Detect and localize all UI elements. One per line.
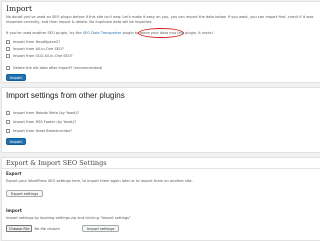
checkbox[interactable] (6, 119, 10, 124)
export-heading: Export (6, 171, 22, 176)
other-plugins-title: Import settings from other plugins (6, 91, 125, 100)
option-old-all-in-one-seo[interactable]: Import from OLD All-in-One SEO? (6, 53, 73, 58)
import-settings-button[interactable]: Import settings (82, 225, 120, 232)
option-robots-meta[interactable]: Import from Robots Meta (by Yoast)? (6, 110, 79, 115)
option-delete-old-data[interactable]: Delete the old data after import? (recom… (6, 65, 102, 70)
import-heading: Import (6, 208, 22, 213)
export-settings-button[interactable]: Export settings (6, 190, 44, 197)
export-description: Export your WordPress SEO settings here,… (6, 179, 193, 183)
checkbox[interactable] (6, 39, 10, 44)
option-label: Import from Robots Meta (by Yoast)? (13, 110, 79, 115)
export-import-title: Export & Import SEO Settings (6, 159, 107, 167)
option-label: Import from RSS Footer (by Yoast)? (13, 119, 77, 124)
option-all-in-one-seo[interactable]: Import from All-in-One SEO? (6, 46, 64, 51)
seo-data-transporter-link[interactable]: SEO Data Transporter (83, 31, 122, 35)
export-import-panel: Export & Import SEO Settings Export Expo… (1, 157, 320, 241)
checkbox[interactable] (6, 46, 10, 51)
checkbox[interactable] (6, 65, 10, 70)
option-label: Import from Yoast Breadcrumbs? (13, 128, 72, 133)
highlight-annotation (138, 28, 184, 38)
import-button[interactable]: Import (6, 74, 26, 81)
option-label: Import from OLD All-in-One SEO? (13, 53, 73, 58)
transporter-text-before: If you've used another SEO plugin, try t… (6, 31, 82, 35)
option-label: Import from All-in-One SEO? (13, 46, 64, 51)
import-other-button[interactable]: Import (6, 138, 26, 145)
import-intro: No doubt you've used an SEO plugin befor… (6, 15, 314, 24)
option-headspace2[interactable]: Import from HeadSpace2? (6, 39, 60, 44)
import-panel: Import No doubt you've used an SEO plugi… (1, 1, 320, 83)
import-title: Import (6, 4, 32, 13)
option-yoast-breadcrumbs[interactable]: Import from Yoast Breadcrumbs? (6, 128, 72, 133)
option-rss-footer[interactable]: Import from RSS Footer (by Yoast)? (6, 119, 76, 124)
option-label: Delete the old data after import? (recom… (13, 65, 103, 70)
choose-file-button[interactable]: Choose File (6, 225, 33, 232)
file-picker[interactable]: Choose File No file chosen (6, 225, 60, 232)
no-file-text: No file chosen (34, 226, 60, 231)
checkbox[interactable] (6, 53, 10, 58)
option-label: Import from HeadSpace2? (13, 39, 61, 44)
divider (2, 168, 320, 169)
checkbox[interactable] (6, 110, 10, 115)
other-plugins-panel: Import settings from other plugins Impor… (1, 87, 320, 153)
checkbox[interactable] (6, 128, 10, 133)
import-description: Import settings by locating settings.zip… (6, 216, 131, 220)
